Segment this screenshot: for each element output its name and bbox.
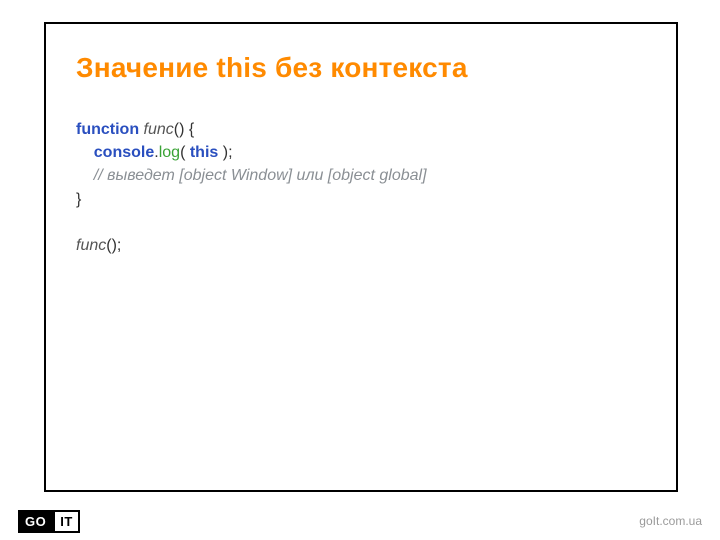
kw-function: function <box>76 121 139 138</box>
logo-go: GO <box>18 510 53 533</box>
indent <box>76 144 94 161</box>
paren-close: ); <box>218 144 232 161</box>
call-tail: (); <box>106 237 121 254</box>
comment: // выведет [object Window] или [object g… <box>94 167 427 184</box>
kw-this: this <box>190 144 218 161</box>
logo: GO IT <box>18 510 80 533</box>
brace-close: } <box>76 191 81 208</box>
footer-url: goIt.com.ua <box>639 514 702 528</box>
slide-title: Значение this без контекста <box>76 52 650 84</box>
footer: GO IT goIt.com.ua <box>0 502 720 540</box>
slide-page: Значение this без контекста function fun… <box>0 0 720 540</box>
code-block: function func() { console.log( this ); /… <box>76 118 650 257</box>
obj-console: console <box>94 144 154 161</box>
method-log: log <box>159 144 180 161</box>
slide-frame: Значение this без контекста function fun… <box>44 22 678 492</box>
fn-name: func <box>139 121 174 138</box>
fn-call: func <box>76 237 106 254</box>
logo-it: IT <box>53 510 80 533</box>
indent <box>76 167 94 184</box>
code-text: () { <box>174 121 194 138</box>
paren-open: ( <box>180 144 190 161</box>
